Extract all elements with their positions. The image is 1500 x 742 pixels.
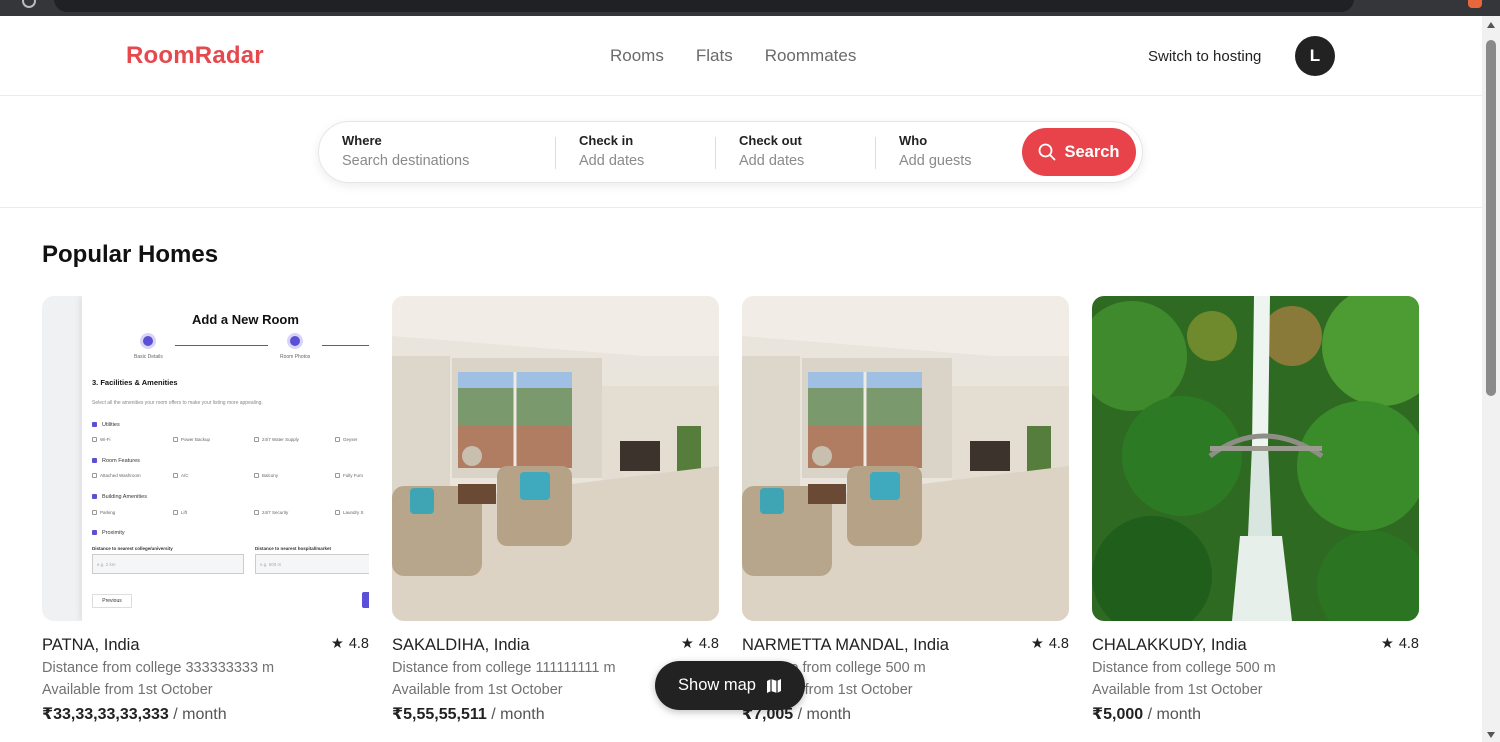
main-nav: Rooms Flats Roommates	[610, 46, 856, 66]
scroll-down-icon[interactable]	[1487, 732, 1495, 738]
waterfall-photo	[1092, 296, 1419, 621]
listing-city: NARMETTA MANDAL, India	[742, 636, 949, 654]
search-icon	[1039, 143, 1056, 161]
listing-image[interactable]	[742, 296, 1069, 621]
scroll-up-icon[interactable]	[1487, 22, 1495, 28]
star-icon: ★	[1030, 636, 1044, 652]
listing-image[interactable]	[1092, 296, 1419, 621]
listing-availability: Available from 1st October	[1092, 682, 1263, 698]
listing-card[interactable]: Add a New Room Basic Details Room Photos…	[42, 296, 369, 724]
nav-item-flats[interactable]: Flats	[696, 46, 733, 66]
star-icon: ★	[680, 636, 694, 652]
extension-icon[interactable]	[1468, 0, 1482, 8]
show-map-button[interactable]: Show map	[655, 661, 805, 710]
search-section: Where Search destinations Check in Add d…	[0, 96, 1482, 208]
listing-city: SAKALDIHA, India	[392, 636, 530, 654]
show-map-label: Show map	[678, 676, 756, 694]
search-button-label: Search	[1064, 142, 1120, 161]
star-icon: ★	[330, 636, 344, 652]
where-input[interactable]: Search destinations	[342, 153, 469, 169]
listing-distance: Distance from college 333333333 m	[42, 660, 275, 676]
checkout-label: Check out	[739, 133, 802, 148]
divider	[555, 137, 556, 169]
nav-item-roommates[interactable]: Roommates	[765, 46, 857, 66]
listing-image[interactable]	[392, 296, 719, 621]
listing-image[interactable]: Add a New Room Basic Details Room Photos…	[42, 296, 369, 621]
reload-icon[interactable]	[22, 0, 36, 8]
map-icon	[766, 678, 781, 693]
listing-price: ₹33,33,33,33,333 / month	[42, 706, 227, 723]
who-label: Who	[899, 133, 928, 148]
nav-item-rooms[interactable]: Rooms	[610, 46, 664, 66]
listing-rating: ★ 4.8	[680, 636, 719, 652]
step-check-icon	[287, 333, 303, 349]
listing-rating: ★ 4.8	[330, 636, 369, 652]
listing-distance: Distance from college 500 m	[1092, 660, 1276, 676]
scrollbar-thumb[interactable]	[1486, 40, 1496, 396]
add-room-form-preview: Add a New Room Basic Details Room Photos…	[42, 296, 369, 621]
checkin-field[interactable]: Check in Add dates	[579, 133, 644, 169]
where-field[interactable]: Where Search destinations	[342, 133, 469, 169]
search-bar: Where Search destinations Check in Add d…	[318, 121, 1143, 183]
listing-price: ₹5,000 / month	[1092, 706, 1201, 723]
listing-city: CHALAKKUDY, India	[1092, 636, 1247, 654]
listing-availability: Available from 1st October	[42, 682, 213, 698]
living-room-photo	[392, 296, 719, 621]
living-room-photo	[742, 296, 1069, 621]
where-label: Where	[342, 133, 382, 148]
listing-city: PATNA, India	[42, 636, 140, 654]
listing-card[interactable]: SAKALDIHA, India ★ 4.8 Distance from coll…	[392, 296, 719, 724]
checkin-label: Check in	[579, 133, 634, 148]
listing-rating: ★ 4.8	[1380, 636, 1419, 652]
listing-card[interactable]: CHALAKKUDY, India ★ 4.8 Distance from col…	[1092, 296, 1419, 724]
browser-toolbar	[0, 0, 1500, 16]
checkout-input[interactable]: Add dates	[739, 153, 804, 169]
top-header: RoomRadar Rooms Flats Roommates Switch t…	[0, 16, 1482, 96]
address-bar[interactable]	[54, 0, 1354, 12]
star-icon: ★	[1380, 636, 1394, 652]
switch-to-hosting-link[interactable]: Switch to hosting	[1148, 48, 1261, 65]
divider	[715, 137, 716, 169]
search-button[interactable]: Search	[1022, 128, 1136, 176]
checkout-field[interactable]: Check out Add dates	[739, 133, 804, 169]
user-avatar[interactable]: L	[1295, 36, 1335, 76]
step-check-icon	[140, 333, 156, 349]
who-input[interactable]: Add guests	[899, 153, 972, 169]
listing-rating: ★ 4.8	[1030, 636, 1069, 652]
brand-logo[interactable]: RoomRadar	[126, 42, 264, 70]
checkin-input[interactable]: Add dates	[579, 153, 644, 169]
who-field[interactable]: Who Add guests	[899, 133, 972, 169]
section-title: Popular Homes	[42, 241, 219, 268]
divider	[875, 137, 876, 169]
listing-card[interactable]: NARMETTA MANDAL, India ★ 4.8 Distance fro…	[742, 296, 1069, 724]
page-scrollbar[interactable]	[1482, 16, 1500, 742]
